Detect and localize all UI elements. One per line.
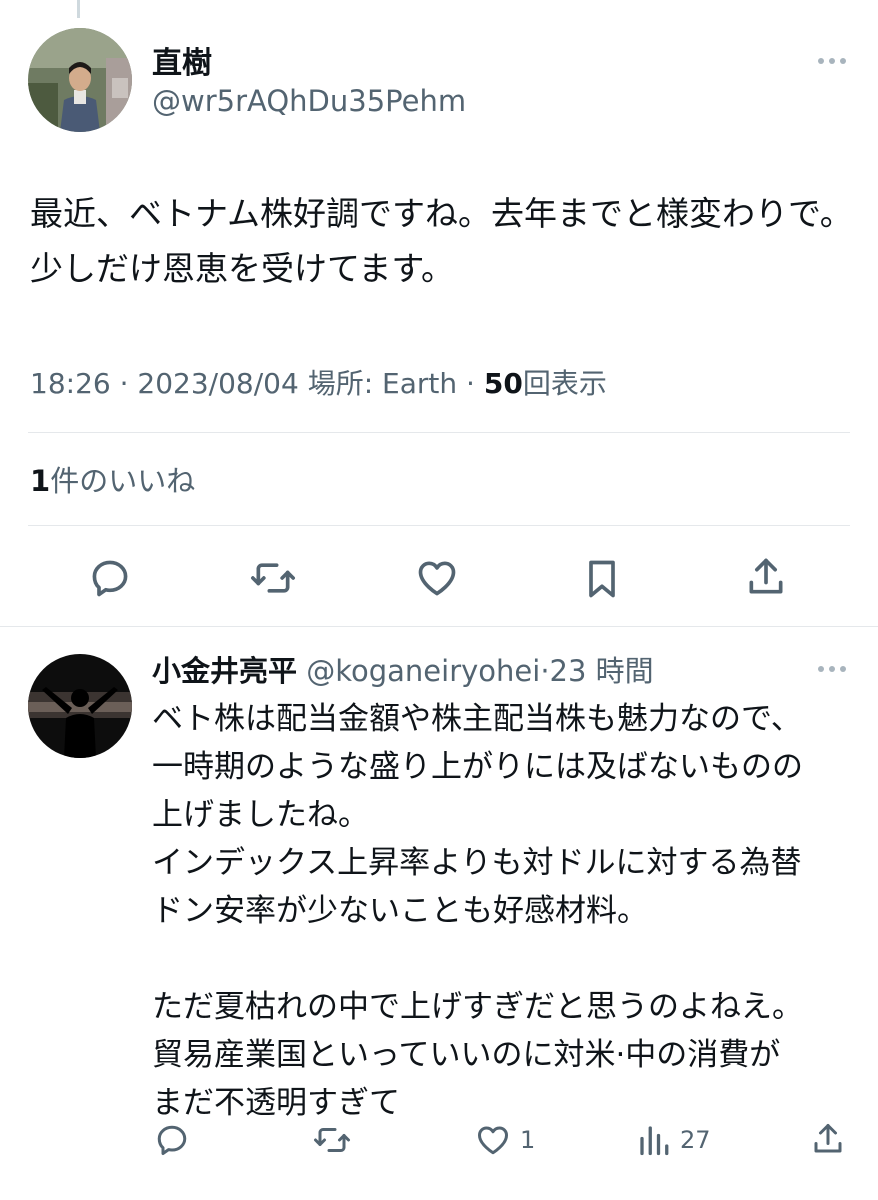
reply-like-button[interactable]: 1: [474, 1122, 535, 1158]
like-button[interactable]: [414, 556, 460, 600]
author-avatar[interactable]: [28, 28, 132, 132]
tweet-location: 場所: Earth: [307, 367, 458, 400]
share-button[interactable]: [744, 554, 788, 600]
author-name[interactable]: 直樹: [152, 38, 212, 82]
retweet-icon: [314, 1128, 350, 1152]
reply-views-button[interactable]: 27: [636, 1122, 711, 1158]
bookmark-button[interactable]: [580, 556, 624, 602]
like-icon: [478, 1126, 508, 1155]
analytics-icon: [640, 1126, 669, 1156]
reply-more-options-icon[interactable]: [818, 666, 846, 672]
reply-time[interactable]: 23 時間: [550, 654, 654, 688]
retweet-button[interactable]: [250, 556, 296, 600]
divider: [28, 525, 850, 526]
retweet-icon: [251, 563, 295, 593]
reply-icon: [92, 560, 128, 597]
reply-view-count: 27: [680, 1126, 711, 1154]
author-handle[interactable]: @wr5rAQhDu35Pehm: [152, 84, 466, 118]
reply-text: ベト株は配当金額や株主配当株も魅力なので、 一時期のような盛り上がりには及ばない…: [152, 701, 803, 1121]
reply-icon: [157, 1125, 187, 1155]
reply-retweet-button[interactable]: [312, 1122, 352, 1158]
share-icon: [814, 1124, 842, 1153]
share-icon: [749, 558, 783, 594]
view-label: 回表示: [522, 367, 607, 400]
meta-separator: ·: [119, 367, 129, 400]
like-icon: [418, 561, 456, 596]
meta-separator: ·: [466, 367, 475, 400]
tweet-time[interactable]: 18:26: [30, 367, 111, 400]
more-options-icon[interactable]: [818, 58, 846, 64]
reply-share-button[interactable]: [810, 1120, 846, 1158]
thread-connector-line: [77, 0, 80, 18]
reply-like-count: 1: [520, 1126, 536, 1154]
reply-reply-button[interactable]: [154, 1122, 190, 1158]
tweet-date[interactable]: 2023/08/04: [137, 367, 298, 400]
reply-button[interactable]: [88, 556, 132, 600]
bookmark-icon: [589, 560, 615, 598]
like-count: 1: [30, 464, 51, 498]
like-label: 件のいいね: [50, 464, 196, 498]
reply-author-handle[interactable]: @koganeiryohei: [306, 654, 540, 688]
tweet-text: 最近、ベトナム株好調ですね。去年までと様変わりで。少しだけ恩恵を受けてます。: [30, 194, 853, 288]
reply-separator: ·: [540, 654, 550, 688]
reply-author-name[interactable]: 小金井亮平: [152, 654, 297, 688]
reply-header: 小金井亮平 @koganeiryohei·23 時間: [152, 648, 654, 690]
tweet-meta: 18:26 · 2023/08/04 場所: Earth · 50回表示: [30, 362, 607, 402]
likes-summary[interactable]: 1件のいいね: [30, 458, 195, 500]
divider: [28, 432, 850, 433]
reply-author-avatar[interactable]: [28, 654, 132, 758]
section-divider: [0, 626, 878, 627]
view-count: 50: [483, 367, 523, 400]
